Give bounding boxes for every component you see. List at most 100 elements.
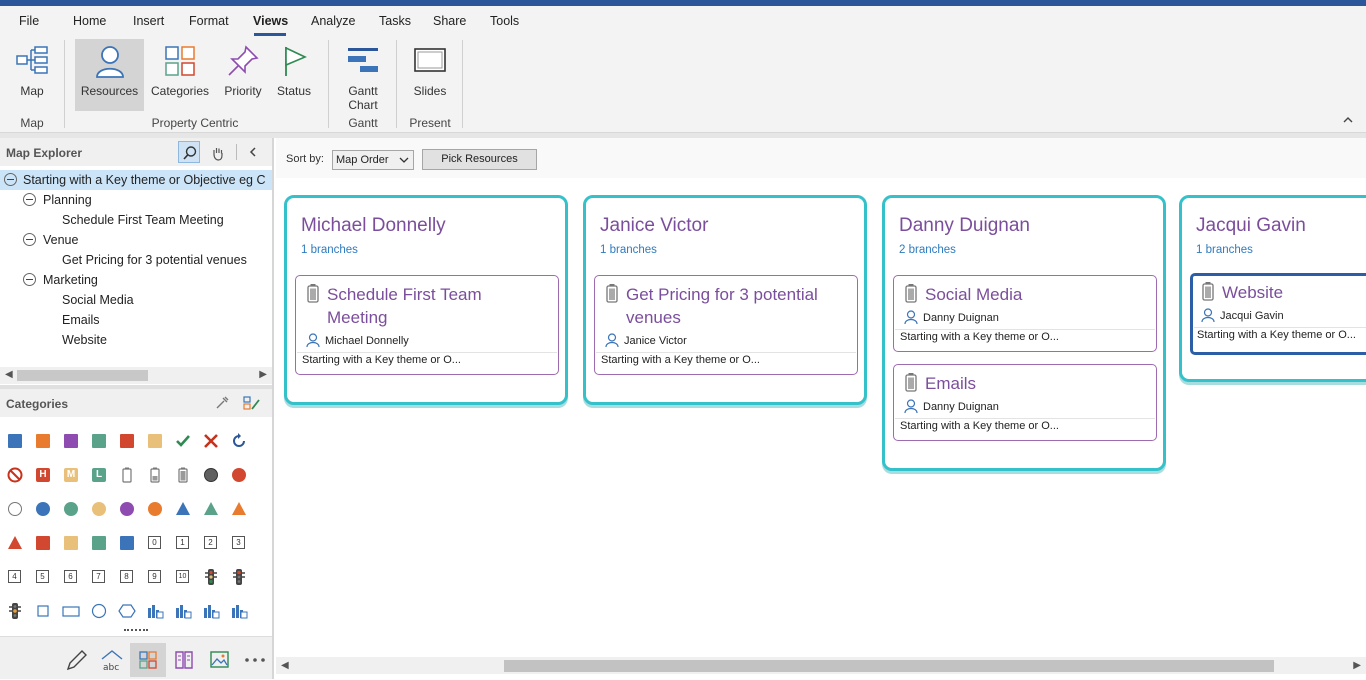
category-red-square[interactable]	[118, 432, 136, 450]
category-number-7[interactable]: 7	[90, 568, 108, 586]
task-card[interactable]: Social Media Danny Duignan Starting with…	[893, 275, 1157, 352]
collapse-ribbon-icon[interactable]	[1342, 114, 1354, 126]
category-number-0[interactable]: 0	[146, 534, 164, 552]
task-card[interactable]: Get Pricing for 3 potential venues Janice…	[594, 275, 858, 375]
traffic-light-amber-icon[interactable]	[6, 602, 24, 620]
category-blue-square-2[interactable]	[118, 534, 136, 552]
category-blue-square[interactable]	[6, 432, 24, 450]
slides-button[interactable]: Slides	[404, 39, 456, 111]
image-library-icon[interactable]	[202, 643, 238, 677]
collapse-toggle-icon[interactable]	[23, 233, 36, 246]
category-number-5[interactable]: 5	[34, 568, 52, 586]
scrollbar-thumb[interactable]	[17, 370, 148, 381]
collapse-toggle-icon[interactable]	[23, 193, 36, 206]
tree-item-emails[interactable]: Emails	[0, 310, 272, 330]
category-number-4[interactable]: 4	[6, 568, 24, 586]
tree-item-social-media[interactable]: Social Media	[0, 290, 272, 310]
find-button[interactable]	[178, 141, 200, 163]
priority-medium-icon[interactable]: M	[62, 466, 80, 484]
sort-by-select[interactable]: Map Order	[332, 150, 414, 170]
no-entry-icon[interactable]	[6, 466, 24, 484]
category-orange-circle[interactable]	[146, 500, 164, 518]
menu-tools[interactable]: Tools	[490, 14, 519, 28]
priority-view-button[interactable]: Priority	[218, 39, 268, 111]
menu-file[interactable]: File	[19, 14, 39, 28]
category-number-6[interactable]: 6	[62, 568, 80, 586]
hand-icon[interactable]	[210, 145, 226, 161]
category-number-10[interactable]: 10	[174, 568, 192, 586]
menu-format[interactable]: Format	[189, 14, 229, 28]
tree-item-pricing[interactable]: Get Pricing for 3 potential venues	[0, 250, 272, 270]
repeat-icon[interactable]	[230, 432, 248, 450]
category-red-circle[interactable]	[230, 466, 248, 484]
tree-horizontal-scrollbar[interactable]: ◀ ▶	[0, 367, 272, 384]
red-triangle-icon[interactable]	[6, 534, 24, 552]
square-shape-icon[interactable]	[34, 602, 52, 620]
bar-chart-icon[interactable]	[174, 602, 192, 620]
tree-item-schedule[interactable]: Schedule First Team Meeting	[0, 210, 272, 230]
tree-item-planning[interactable]: Planning	[0, 190, 272, 210]
category-empty-circle[interactable]	[6, 500, 24, 518]
blue-triangle-icon[interactable]	[174, 500, 192, 518]
collapse-toggle-icon[interactable]	[4, 173, 17, 186]
traffic-light-icon[interactable]	[202, 568, 220, 586]
categories-panel-button[interactable]	[130, 643, 166, 677]
bar-chart-icon[interactable]	[230, 602, 248, 620]
task-card[interactable]: Schedule First Team Meeting Michael Donne…	[295, 275, 559, 375]
category-purple-circle[interactable]	[118, 500, 136, 518]
tree-item-website[interactable]: Website	[0, 330, 272, 350]
category-dark-gray-circle[interactable]	[202, 466, 220, 484]
menu-tasks[interactable]: Tasks	[379, 14, 411, 28]
category-tan-square-2[interactable]	[62, 534, 80, 552]
category-purple-square[interactable]	[62, 432, 80, 450]
scroll-left-icon[interactable]: ◀	[281, 660, 289, 671]
traffic-light-red-icon[interactable]	[230, 568, 248, 586]
bar-chart-icon[interactable]	[146, 602, 164, 620]
category-tan-square[interactable]	[146, 432, 164, 450]
x-mark-icon[interactable]	[202, 432, 220, 450]
menu-views[interactable]: Views	[253, 14, 288, 28]
menu-share[interactable]: Share	[433, 14, 466, 28]
task-card-selected[interactable]: Website Jacqui Gavin Starting with a Key…	[1190, 273, 1366, 355]
pencil-icon[interactable]	[58, 643, 94, 677]
category-green-circle[interactable]	[62, 500, 80, 518]
category-number-1[interactable]: 1	[174, 534, 192, 552]
checkmark-icon[interactable]	[174, 432, 192, 450]
main-horizontal-scrollbar[interactable]: ◀ ▶	[276, 657, 1366, 674]
menu-insert[interactable]: Insert	[133, 14, 164, 28]
battery-full-icon[interactable]	[174, 466, 192, 484]
category-number-8[interactable]: 8	[118, 568, 136, 586]
category-green-square-2[interactable]	[90, 534, 108, 552]
category-orange-square[interactable]	[34, 432, 52, 450]
chevron-left-icon[interactable]	[247, 146, 259, 158]
resources-view-button[interactable]: Resources	[75, 39, 144, 111]
scroll-left-icon[interactable]: ◀	[5, 369, 13, 380]
tree-item-root[interactable]: Starting with a Key theme or Objective e…	[0, 170, 272, 190]
book-icon[interactable]	[166, 643, 202, 677]
eyedropper-icon[interactable]	[214, 395, 230, 411]
tree-item-marketing[interactable]: Marketing	[0, 270, 272, 290]
category-blue-circle[interactable]	[34, 500, 52, 518]
map-view-button[interactable]: Map	[6, 39, 58, 111]
circle-shape-icon[interactable]	[90, 602, 108, 620]
resize-grip-icon[interactable]	[124, 629, 148, 632]
category-number-3[interactable]: 3	[230, 534, 248, 552]
rectangle-shape-icon[interactable]	[62, 602, 80, 620]
scroll-right-icon[interactable]: ▶	[259, 369, 267, 380]
tree-item-venue[interactable]: Venue	[0, 230, 272, 250]
menu-home[interactable]: Home	[73, 14, 106, 28]
category-number-2[interactable]: 2	[202, 534, 220, 552]
menu-analyze[interactable]: Analyze	[311, 14, 355, 28]
scrollbar-thumb[interactable]	[504, 660, 1274, 672]
bar-chart-icon[interactable]	[202, 602, 220, 620]
spell-check-icon[interactable]: abc	[94, 643, 130, 677]
hexagon-shape-icon[interactable]	[118, 602, 136, 620]
orange-triangle-icon[interactable]	[230, 500, 248, 518]
green-triangle-icon[interactable]	[202, 500, 220, 518]
categories-view-button[interactable]: Categories	[148, 39, 212, 111]
priority-high-icon[interactable]: H	[34, 466, 52, 484]
task-card[interactable]: Emails Danny Duignan Starting with a Key…	[893, 364, 1157, 441]
status-view-button[interactable]: Status	[272, 39, 316, 111]
category-tan-circle[interactable]	[90, 500, 108, 518]
edit-categories-icon[interactable]	[243, 394, 261, 412]
